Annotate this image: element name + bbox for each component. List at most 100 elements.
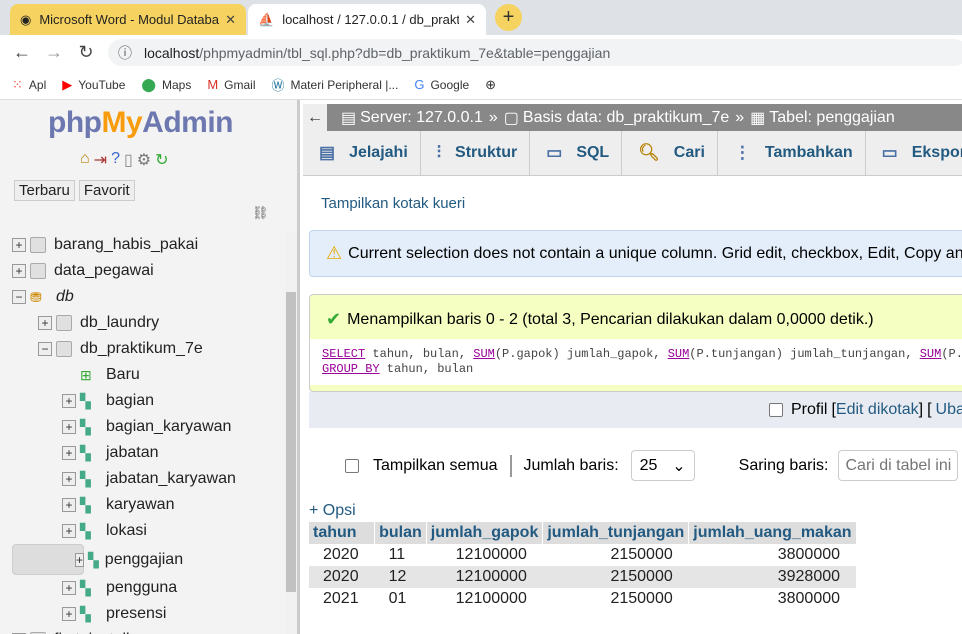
bracket: [ [927, 401, 932, 418]
main-content: ← ▤ Server: 127.0.0.1 » ▢ Basis data: db… [303, 100, 962, 634]
sidebar-item-db[interactable]: − ⛃ db [0, 284, 285, 310]
bookmark-materi[interactable]: Ⓦ Materi Peripheral |... [272, 75, 399, 94]
favorite-tables-button[interactable]: Favorit [78, 180, 135, 201]
show-all-checkbox[interactable] [345, 458, 359, 473]
link-chain-icon[interactable]: ⛓ [252, 205, 269, 221]
update-query-link[interactable]: Ubah [936, 401, 962, 419]
home-icon[interactable]: ⌂ [80, 150, 90, 170]
bracket: ] [918, 401, 924, 418]
table-cell: 12100000 [426, 544, 543, 566]
sidebar-item-jabatan[interactable]: + ▚ jabatan [0, 440, 285, 466]
expand-icon[interactable]: + [62, 498, 76, 512]
table-icon: ▚ [80, 445, 91, 461]
maps-icon: ⬤ [141, 76, 156, 92]
sidebar-item-db-laundry[interactable]: + db_laundry [0, 310, 285, 336]
profile-checkbox[interactable] [769, 403, 783, 417]
sidebar-item-first-install[interactable]: +first_install [0, 627, 285, 634]
sidebar-item-baru[interactable]: ⊞ Baru [0, 362, 285, 388]
settings-gear-icon[interactable]: ⚙ [137, 150, 151, 170]
bookmark-google[interactable]: G Google [414, 77, 469, 92]
chrome-icon: ◉ [20, 11, 32, 27]
reload-icon[interactable]: ↻ [70, 42, 102, 63]
sidebar-item-data-pegawai[interactable]: + data_pegawai [0, 258, 285, 284]
structure-icon: ⫶ [436, 143, 442, 162]
column-header-bulan[interactable]: bulan [374, 522, 427, 544]
rows-select[interactable]: 25 ⌄ [630, 450, 695, 481]
tab-jelajahi[interactable]: ▤ Jelajahi [303, 131, 421, 175]
sidebar-item-db-praktikum-7e[interactable]: − db_praktikum_7e [0, 336, 285, 362]
expand-icon[interactable]: + [62, 472, 76, 486]
docs-icon[interactable]: ▯ [124, 150, 133, 170]
sidebar-item-barang-habis-pakai[interactable]: + barang_habis_pakai [0, 232, 285, 258]
tree-item-label: pengguna [106, 579, 178, 596]
tab-struktur[interactable]: ⫶ Struktur [421, 131, 531, 175]
expand-icon[interactable]: + [75, 552, 85, 567]
options-link[interactable]: + Opsi [309, 502, 356, 520]
column-header-tahun[interactable]: tahun [309, 522, 376, 544]
bookmark-globe[interactable]: ⊕ [485, 77, 502, 93]
sidebar-item-lokasi[interactable]: + ▚ lokasi [0, 518, 285, 544]
tab-cari[interactable]: 🔍︎ Cari [622, 131, 718, 175]
recent-tables-button[interactable]: Terbaru [14, 180, 75, 201]
bookmark-gmail[interactable]: M Gmail [207, 77, 255, 92]
database-icon [56, 315, 72, 331]
expand-icon[interactable]: + [62, 607, 76, 621]
bookmark-youtube[interactable]: ▶ YouTube [62, 77, 125, 93]
help-icon[interactable]: ? [111, 150, 120, 170]
tab-tambahkan[interactable]: ⋮ Tambahkan [718, 131, 866, 175]
info-icon[interactable]: ⓘ [118, 43, 132, 63]
close-tab-icon[interactable]: ✕ [465, 12, 476, 28]
database-tree: + barang_habis_pakai + data_pegawai − ⛃ db + db_… [0, 232, 285, 634]
table-icon: ▚ [80, 471, 91, 487]
reload-icon[interactable]: ↻ [155, 150, 168, 170]
expand-icon[interactable]: + [12, 238, 26, 252]
sidebar-item-bagian[interactable]: + ▚ bagian [0, 388, 285, 414]
sidebar-item-pengguna[interactable]: + ▚ pengguna [0, 575, 285, 601]
browse-icon: ▤ [319, 143, 336, 162]
collapse-icon[interactable]: − [12, 290, 26, 304]
sidebar-scrollbar[interactable] [285, 232, 297, 634]
filter-input[interactable] [838, 450, 959, 481]
expand-icon[interactable]: + [38, 316, 52, 330]
sidebar-item-penggajian[interactable]: + ▚ penggajian [12, 544, 183, 575]
bookmark-maps[interactable]: ⬤ Maps [141, 77, 191, 93]
phpmyadmin-logo[interactable]: phpMyAdmin [48, 106, 233, 140]
sidebar-item-bagian-karyawan[interactable]: + ▚ bagian_karyawan [0, 414, 285, 440]
sql-query-box[interactable]: SELECT tahun, bulan, SUM(P.gapok) jumlah… [310, 339, 962, 385]
url-input[interactable]: ⓘ localhost/phpmyadmin/tbl_sql.php?db=db… [108, 39, 962, 66]
logout-icon[interactable]: ⇥ [94, 150, 107, 170]
expand-icon[interactable]: + [62, 394, 76, 408]
collapse-icon[interactable]: − [38, 342, 52, 356]
scrollbar-thumb[interactable] [286, 292, 296, 592]
browser-tab-phpmyadmin[interactable]: ⛵ localhost / 127.0.0.1 / db_praktik ✕ [248, 4, 486, 35]
tab-sql[interactable]: ▭ SQL [530, 131, 623, 175]
expand-icon[interactable]: + [62, 446, 76, 460]
insert-icon: ⋮ [733, 143, 751, 162]
expand-icon[interactable]: + [62, 524, 76, 538]
expand-icon[interactable]: + [12, 264, 26, 278]
expand-icon[interactable]: + [62, 420, 76, 434]
forward-arrow-icon[interactable]: → [38, 42, 70, 63]
new-tab-button[interactable]: + [495, 4, 522, 31]
column-header-jumlah-tunjangan[interactable]: jumlah_tunjangan [542, 522, 690, 544]
edit-inline-link[interactable]: Edit dikotak [836, 401, 919, 419]
breadcrumb-server[interactable]: Server: 127.0.0.1 [360, 109, 483, 127]
breadcrumb-database[interactable]: Basis data: db_praktikum_7e [523, 109, 729, 127]
sidebar-item-jabatan-karyawan[interactable]: + ▚ jabatan_karyawan [0, 466, 285, 492]
table-cell: 2020 [309, 566, 375, 588]
browser-tab-word[interactable]: ◉ Microsoft Word - Modul Databas ✕ [10, 4, 246, 35]
table-cell: 3928000 [688, 566, 857, 588]
show-query-box-link[interactable]: Tampilkan kotak kueri [321, 195, 465, 212]
tab-title: localhost / 127.0.0.1 / db_praktik [282, 12, 460, 27]
back-arrow-icon[interactable]: ← [6, 42, 38, 63]
column-header-jumlah-uang-makan[interactable]: jumlah_uang_makan [688, 522, 857, 544]
collapse-arrow-icon[interactable]: ← [303, 104, 327, 131]
column-header-jumlah-gapok[interactable]: jumlah_gapok [426, 522, 544, 544]
breadcrumb-table[interactable]: Tabel: penggajian [769, 109, 894, 127]
close-tab-icon[interactable]: ✕ [225, 12, 236, 28]
sidebar-item-presensi[interactable]: + ▚ presensi [0, 601, 285, 627]
sidebar-item-karyawan[interactable]: + ▚ karyawan [0, 492, 285, 518]
bookmark-apps[interactable]: ⁙ Apl [12, 77, 46, 93]
tab-ekspor[interactable]: ▭ Ekspor [866, 131, 962, 175]
expand-icon[interactable]: + [62, 581, 76, 595]
